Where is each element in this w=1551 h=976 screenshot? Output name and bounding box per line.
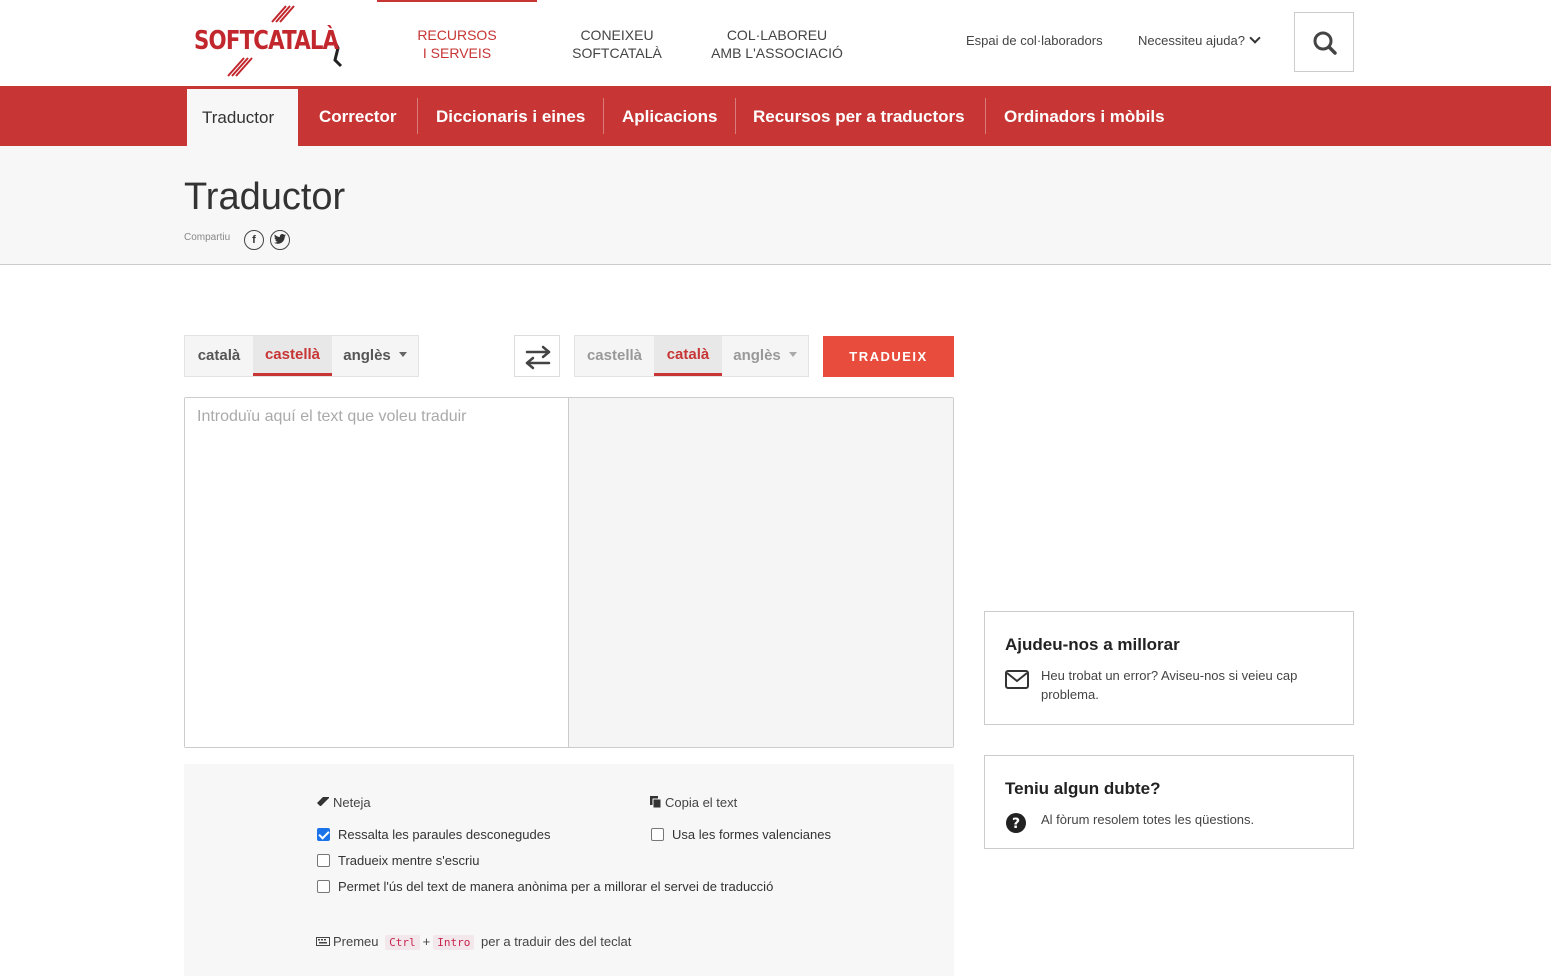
clear-label: Neteja: [333, 795, 371, 810]
active-nav-indicator: [377, 0, 537, 2]
translate-button[interactable]: TRADUEIX: [823, 336, 954, 377]
checkbox-unchecked[interactable]: [317, 854, 330, 867]
svg-text:?: ?: [1012, 816, 1020, 832]
translation-panels: [184, 397, 954, 748]
menu-recursos-traductors[interactable]: Recursos per a traductors: [737, 86, 981, 146]
nav-label-line1: COL·LABOREU: [726, 27, 828, 43]
menu-aplicacions[interactable]: Aplicacions: [606, 86, 733, 146]
share-label: Compartiu: [184, 232, 231, 243]
nav-label-line1: RECURSOS: [417, 27, 497, 43]
main-menu: Traductor Corrector Diccionaris i eines …: [0, 86, 1551, 146]
eraser-icon: [317, 797, 329, 806]
menu-diccionaris[interactable]: Diccionaris i eines: [420, 86, 601, 146]
shortcut-key-ctrl: Ctrl: [385, 935, 420, 950]
envelope-icon: [1005, 670, 1029, 689]
checkbox-unchecked[interactable]: [317, 880, 330, 893]
menu-separator: [603, 98, 604, 134]
keyboard-icon: [316, 937, 330, 946]
target-lang-catala[interactable]: català: [654, 336, 722, 376]
menu-separator: [417, 98, 418, 134]
improve-title: Ajudeu-nos a millorar: [1005, 635, 1180, 654]
title-band: Traductor Compartiu f: [0, 146, 1551, 265]
source-lang-catala[interactable]: català: [185, 336, 253, 376]
highlight-unknown-checkbox[interactable]: Ressalta les paraules desconegudes: [317, 827, 550, 842]
keyboard-shortcut-hint: Premeu Ctrl + Intro per a traduir des del …: [316, 934, 632, 950]
menu-corrector[interactable]: Corrector: [303, 86, 412, 146]
highlight-unknown-label: Ressalta les paraules desconegudes: [338, 827, 551, 842]
doubt-title: Teniu algun dubte?: [1005, 779, 1161, 798]
logo-text: SOFTCATALÀ: [194, 26, 339, 56]
help-label: Necessiteu ajuda?: [1138, 33, 1245, 48]
source-language-selector: català castellà anglès: [184, 335, 419, 377]
valencian-forms-label: Usa les formes valencianes: [672, 827, 831, 842]
facebook-icon[interactable]: f: [244, 230, 264, 250]
improve-text: Heu trobat un error? Aviseu-nos si veieu…: [1041, 668, 1298, 702]
source-text-input[interactable]: [185, 398, 568, 747]
contributors-link[interactable]: Espai de col·laboradors: [966, 33, 1103, 48]
swap-arrows-icon: [525, 345, 551, 370]
shortcut-plus: +: [422, 934, 431, 949]
valencian-forms-checkbox[interactable]: Usa les formes valencianes: [651, 827, 831, 842]
nav-label-line1: CONEIXEU: [580, 27, 654, 43]
twitter-bird-icon: [274, 234, 286, 244]
caret-down-icon: [788, 352, 797, 357]
doubt-text: Al fòrum resolem totes les qüestions.: [1041, 812, 1255, 827]
nav-coneixeu-softcatala[interactable]: CONEIXEU SOFTCATALÀ: [547, 26, 687, 62]
improve-card[interactable]: Ajudeu-nos a millorar Heu trobat un erro…: [984, 611, 1354, 725]
nav-label-line2: SOFTCATALÀ: [572, 45, 662, 61]
copy-label: Copia el text: [665, 795, 738, 810]
chevron-down-icon: [1249, 32, 1261, 44]
nav-label-line2: AMB L'ASSOCIACIÓ: [711, 45, 843, 61]
nav-label-line2: I SERVEIS: [422, 45, 492, 61]
anonymous-use-checkbox[interactable]: Permet l'ús del text de manera anònima p…: [317, 879, 773, 894]
options-panel: Neteja Copia el text Ressalta les paraul…: [184, 764, 954, 976]
menu-ordinadors-mobils[interactable]: Ordinadors i mòbils: [988, 86, 1181, 146]
menu-separator: [735, 98, 736, 134]
softcatala-logo[interactable]: SOFTCATALÀ: [192, 4, 352, 80]
help-dropdown[interactable]: Necessiteu ajuda?: [1138, 32, 1261, 48]
source-panel: [185, 398, 569, 747]
copy-text-button[interactable]: Copia el text: [650, 795, 737, 810]
twitter-icon[interactable]: [270, 230, 290, 250]
target-text-output[interactable]: [569, 398, 953, 747]
shortcut-key-intro: Intro: [433, 935, 475, 950]
menu-traductor[interactable]: Traductor: [187, 89, 298, 146]
source-lang-angles-dropdown[interactable]: anglès: [332, 336, 418, 376]
target-language-selector: castellà català anglès: [574, 335, 809, 377]
shortcut-post: per a traduir des del teclat: [481, 934, 632, 949]
checkbox-checked[interactable]: [317, 828, 330, 841]
translate-while-typing-label: Tradueix mentre s'escriu: [338, 853, 480, 868]
doubt-card[interactable]: Teniu algun dubte? ? Al fòrum resolem to…: [984, 755, 1354, 849]
source-lang-castella[interactable]: castellà: [253, 336, 332, 376]
anonymous-use-label: Permet l'ús del text de manera anònima p…: [338, 879, 774, 894]
checkbox-unchecked[interactable]: [651, 828, 664, 841]
question-circle-icon: ?: [1006, 813, 1026, 833]
shortcut-pre: Premeu: [333, 934, 379, 949]
search-icon: [1313, 31, 1337, 55]
target-lang-castella[interactable]: castellà: [575, 336, 654, 376]
site-header: SOFTCATALÀ RECURSOS I SERVEIS CONEIXEU S…: [0, 0, 1551, 86]
page-title: Traductor: [184, 176, 346, 218]
nav-recursos-serveis[interactable]: RECURSOS I SERVEIS: [377, 26, 537, 62]
menu-separator: [985, 98, 986, 134]
translate-while-typing-checkbox[interactable]: Tradueix mentre s'escriu: [317, 853, 479, 868]
caret-down-icon: [398, 352, 407, 357]
copy-icon: [650, 796, 662, 809]
source-lang-angles-label: anglès: [343, 347, 391, 364]
swap-languages-button[interactable]: [514, 335, 560, 377]
target-lang-angles-label: anglès: [733, 347, 781, 364]
search-button[interactable]: [1294, 12, 1354, 72]
nav-collaboreu[interactable]: COL·LABOREU AMB L'ASSOCIACIÓ: [697, 26, 857, 62]
target-lang-angles-dropdown[interactable]: anglès: [722, 336, 808, 376]
clear-button[interactable]: Neteja: [316, 795, 371, 810]
